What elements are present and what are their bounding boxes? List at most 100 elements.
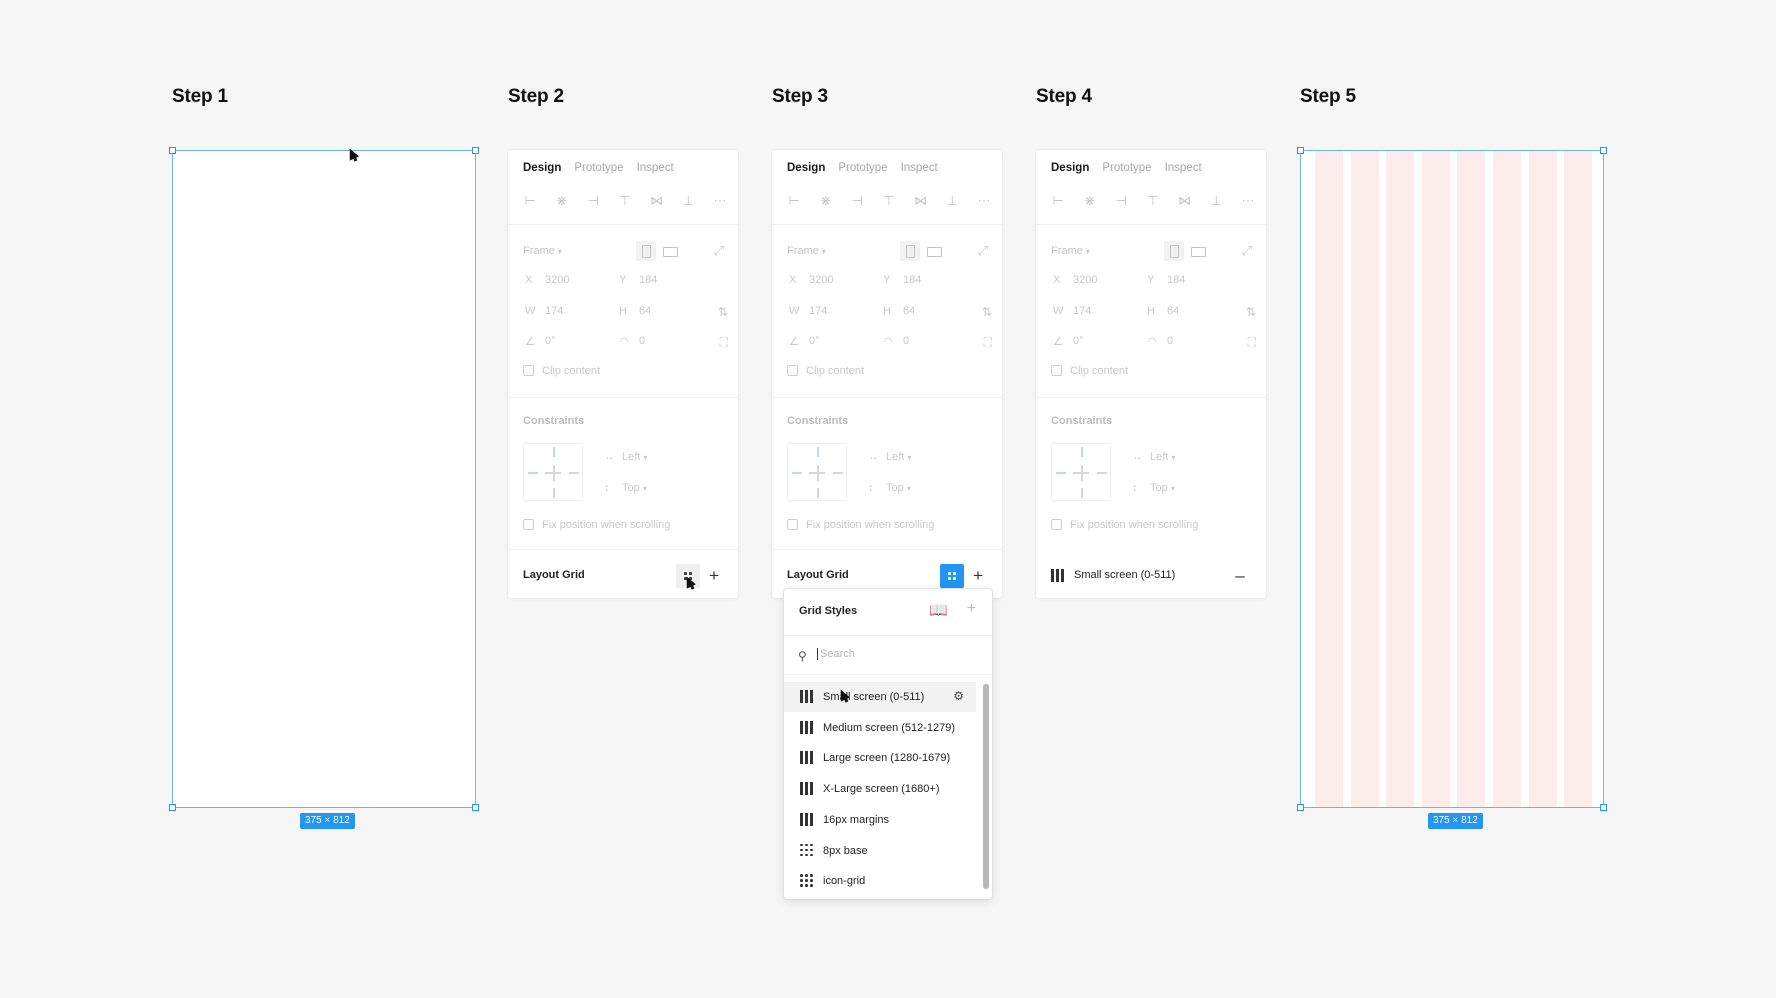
grid-style-item[interactable]: X-Large screen (1680+) [784,774,976,804]
landscape-icon[interactable] [1188,241,1208,261]
independent-corners-icon[interactable]: ⛶ [984,335,992,350]
align-bottom-icon[interactable]: ⊥ [680,194,696,208]
w-field[interactable]: 174 [809,305,827,317]
horizontal-constraint-select[interactable]: ↔ Left ▾ [604,451,647,463]
resize-handle-tl[interactable] [169,147,176,154]
radius-field[interactable]: 0 [639,335,645,347]
fix-position-checkbox[interactable] [523,519,534,530]
distribute-icon[interactable]: ⋯ [976,194,992,208]
clip-content-checkbox[interactable] [523,365,534,376]
constraint-widget[interactable] [787,443,847,501]
align-bottom-icon[interactable]: ⊥ [1208,194,1224,208]
add-style-icon[interactable]: + [967,600,976,618]
scrollbar-thumb[interactable] [983,684,989,889]
fix-position-row[interactable]: Fix position when scrolling [1051,519,1198,531]
align-center-h-icon[interactable]: ⋇ [1082,194,1098,208]
independent-corners-icon[interactable]: ⛶ [720,335,728,350]
rotation-field[interactable]: 0° [545,335,556,347]
w-field[interactable]: 174 [545,305,563,317]
align-left-icon[interactable]: ⊢ [522,194,538,208]
tab-prototype[interactable]: Prototype [1102,162,1151,174]
align-middle-icon[interactable]: ⋈ [913,194,929,208]
rotation-field[interactable]: 0° [1073,335,1084,347]
add-grid-button[interactable]: + [702,564,726,588]
grid-styles-button[interactable] [940,564,964,588]
align-left-icon[interactable]: ⊢ [786,194,802,208]
add-grid-button[interactable]: + [966,564,990,588]
horizontal-constraint-select[interactable]: ↔ Left ▾ [1132,451,1175,463]
landscape-icon[interactable] [924,241,944,261]
y-field[interactable]: 184 [639,274,657,286]
portrait-icon[interactable] [1164,241,1184,261]
align-center-h-icon[interactable]: ⋇ [818,194,834,208]
resize-handle-tl[interactable] [1297,147,1304,154]
vertical-constraint-select[interactable]: ↕ Top ▾ [1132,482,1175,494]
portrait-icon[interactable] [900,241,920,261]
w-field[interactable]: 174 [1073,305,1091,317]
edit-style-icon[interactable]: ⚙ [953,689,964,703]
resize-to-fit-icon[interactable]: ⤢ [714,243,724,259]
grid-style-item[interactable]: 8px base [784,836,976,866]
constrain-proportions-icon[interactable]: ⇅ [718,305,728,319]
radius-field[interactable]: 0 [903,335,909,347]
vertical-constraint-select[interactable]: ↕ Top ▾ [868,482,911,494]
align-top-icon[interactable]: ⊤ [617,194,633,208]
portrait-icon[interactable] [636,241,656,261]
h-field[interactable]: 64 [1167,305,1179,317]
constraint-widget[interactable] [523,443,583,501]
horizontal-constraint-select[interactable]: ↔ Left ▾ [868,451,911,463]
distribute-icon[interactable]: ⋯ [712,194,728,208]
tab-design[interactable]: Design [787,162,825,174]
align-right-icon[interactable]: ⊣ [849,194,865,208]
fix-position-row[interactable]: Fix position when scrolling [523,519,670,531]
scrollbar[interactable] [983,682,989,890]
resize-to-fit-icon[interactable]: ⤢ [978,243,988,259]
h-field[interactable]: 64 [639,305,651,317]
resize-to-fit-icon[interactable]: ⤢ [1242,243,1252,259]
align-center-h-icon[interactable]: ⋇ [554,194,570,208]
align-bottom-icon[interactable]: ⊥ [944,194,960,208]
frame-step-5[interactable] [1297,147,1607,811]
grid-style-item[interactable]: Large screen (1280-1679) [784,743,976,773]
align-top-icon[interactable]: ⊤ [1145,194,1161,208]
frame-preset-select[interactable]: Frame ▾ [787,245,826,257]
constrain-proportions-icon[interactable]: ⇅ [1246,305,1256,319]
landscape-icon[interactable] [660,241,680,261]
resize-handle-bl[interactable] [1297,804,1304,811]
constraint-widget[interactable] [1051,443,1111,501]
fix-position-checkbox[interactable] [1051,519,1062,530]
resize-handle-bl[interactable] [169,804,176,811]
distribute-icon[interactable]: ⋯ [1240,194,1256,208]
search-input[interactable] [817,648,967,660]
radius-field[interactable]: 0 [1167,335,1173,347]
applied-grid-label[interactable]: Small screen (0-511) [1074,569,1175,581]
resize-handle-br[interactable] [472,804,479,811]
tab-inspect[interactable]: Inspect [1165,162,1202,174]
x-field[interactable]: 3200 [809,274,833,286]
vertical-constraint-select[interactable]: ↕ Top ▾ [604,482,647,494]
clip-content-checkbox[interactable] [1051,365,1062,376]
frame-preset-select[interactable]: Frame ▾ [523,245,562,257]
fix-position-row[interactable]: Fix position when scrolling [787,519,934,531]
resize-handle-tr[interactable] [1600,147,1607,154]
grid-style-item[interactable]: 16px margins [784,805,976,835]
clip-content-checkbox[interactable] [787,365,798,376]
library-book-icon[interactable]: 📖 [929,601,948,619]
grid-style-item[interactable]: icon-grid [784,866,976,896]
align-top-icon[interactable]: ⊤ [881,194,897,208]
clip-content-row[interactable]: Clip content [523,365,600,377]
h-field[interactable]: 64 [903,305,915,317]
align-left-icon[interactable]: ⊢ [1050,194,1066,208]
tab-inspect[interactable]: Inspect [901,162,938,174]
tab-inspect[interactable]: Inspect [637,162,674,174]
independent-corners-icon[interactable]: ⛶ [1248,335,1256,350]
y-field[interactable]: 184 [903,274,921,286]
resize-handle-tr[interactable] [472,147,479,154]
remove-grid-button[interactable]: – [1228,564,1252,588]
x-field[interactable]: 3200 [1073,274,1097,286]
layout-grid-row[interactable]: Small screen (0-511) – [1036,556,1266,596]
rotation-field[interactable]: 0° [809,335,820,347]
frame-step-1[interactable] [169,147,479,811]
tab-prototype[interactable]: Prototype [574,162,623,174]
align-right-icon[interactable]: ⊣ [585,194,601,208]
